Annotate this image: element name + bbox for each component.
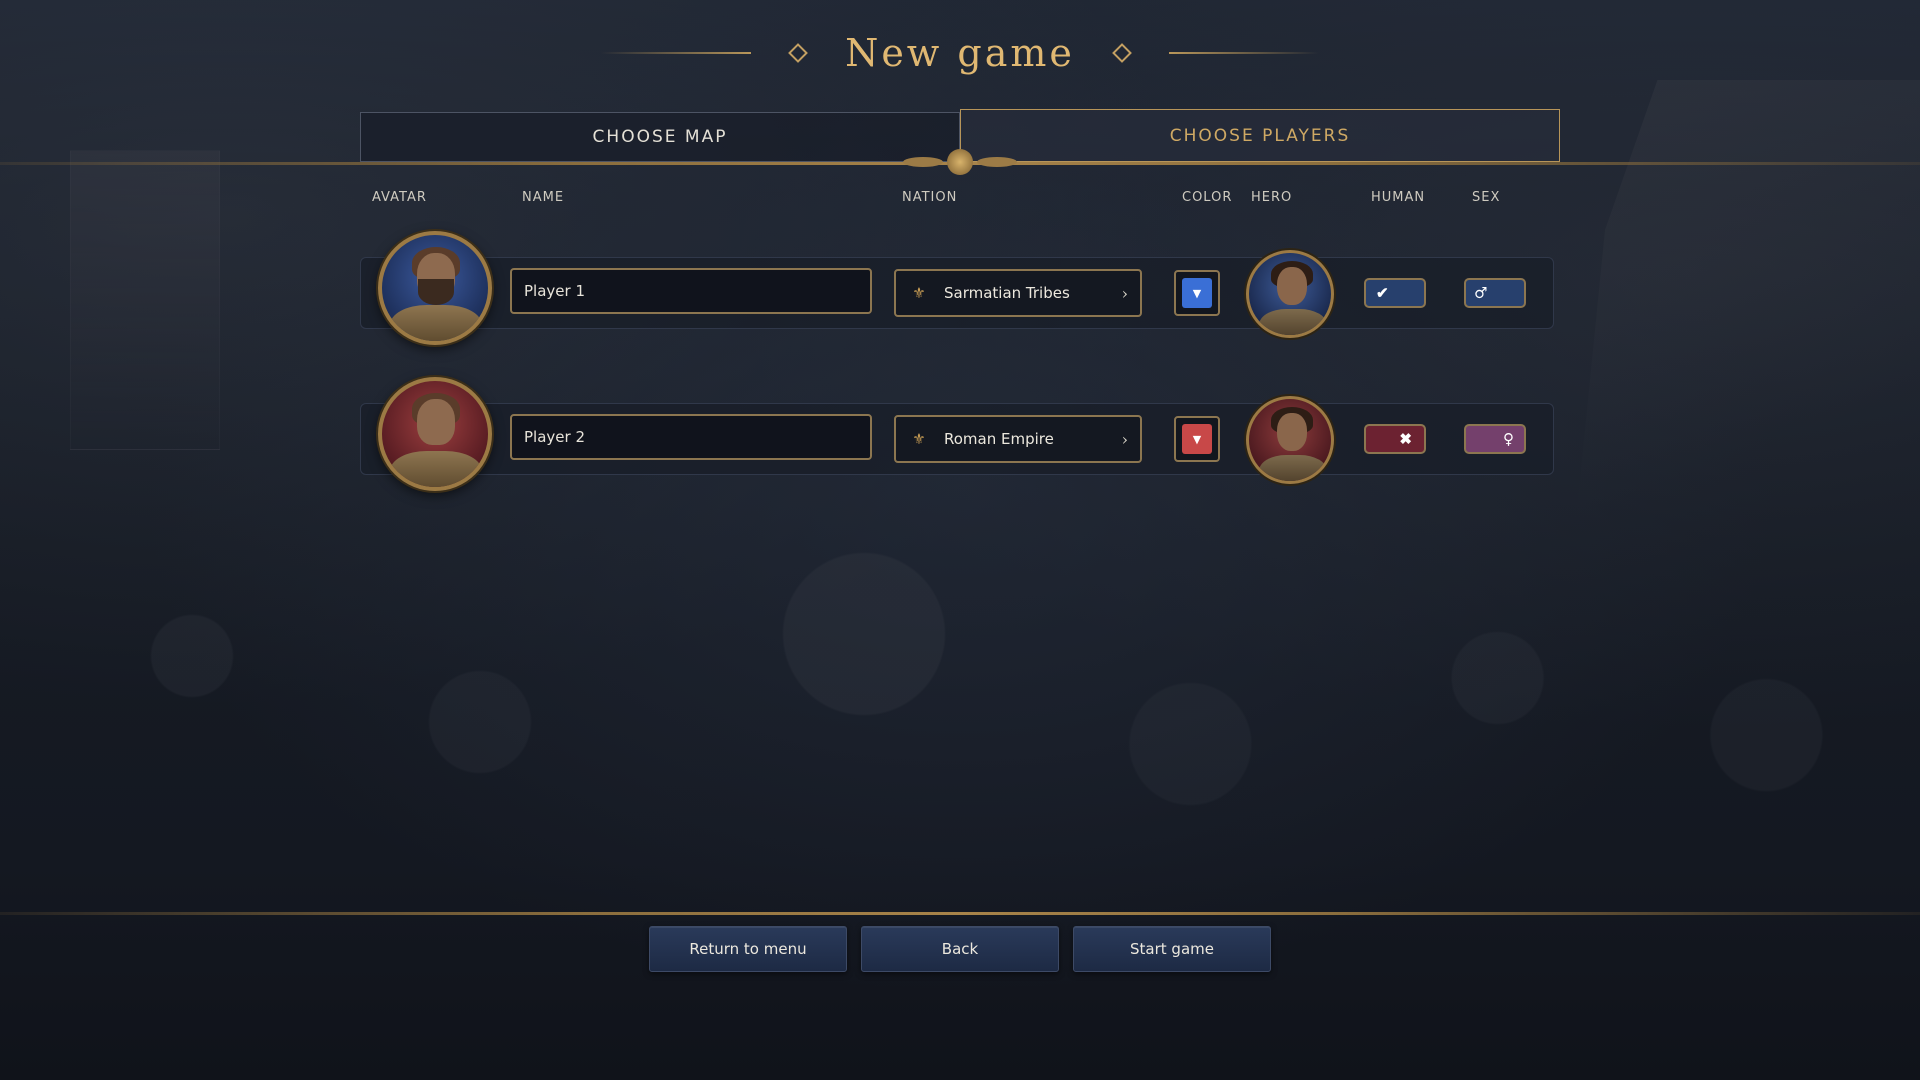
eagle-crest-icon (900, 147, 1020, 177)
player-avatar[interactable] (378, 231, 492, 345)
player-color-picker[interactable]: ▼ (1174, 270, 1220, 316)
human-toggle[interactable]: ✔ (1364, 278, 1426, 308)
back-button[interactable]: Back (861, 926, 1059, 972)
footer-actions: Return to menu Back Start game (649, 926, 1271, 972)
column-header-human: HUMAN (1371, 190, 1426, 205)
title-bar: New game (0, 28, 1920, 78)
title-ornament-right (1168, 52, 1319, 54)
sex-toggle[interactable]: ♂ (1464, 278, 1526, 308)
background-army (0, 480, 1920, 920)
chevron-right-icon: › (1121, 429, 1128, 449)
chevron-right-icon: › (1121, 283, 1128, 303)
chevron-down-icon: ▼ (1182, 424, 1212, 454)
griffin-icon: ⚜ (912, 284, 926, 302)
tab-choose-players[interactable]: CHOOSE PLAYERS (960, 109, 1560, 162)
player-name-input[interactable] (510, 414, 872, 460)
player-name-input[interactable] (510, 268, 872, 314)
player-color-picker[interactable]: ▼ (1174, 416, 1220, 462)
male-symbol-icon: ♂ (1474, 284, 1488, 302)
column-header-nation: NATION (902, 190, 958, 205)
return-to-menu-button[interactable]: Return to menu (649, 926, 847, 972)
column-header-color: COLOR (1182, 190, 1233, 205)
tab-choose-map[interactable]: CHOOSE MAP (360, 112, 960, 162)
chevron-down-icon: ▼ (1182, 278, 1212, 308)
checkmark-icon: ✔ (1376, 284, 1389, 302)
diamond-ornament-icon (1112, 43, 1132, 63)
page-title: New game (845, 31, 1075, 75)
start-game-button[interactable]: Start game (1073, 926, 1271, 972)
nation-label: Roman Empire (944, 430, 1054, 448)
nation-selector[interactable]: ⚜ Roman Empire › (894, 415, 1142, 463)
column-header-hero: HERO (1251, 190, 1293, 205)
nation-selector[interactable]: ⚜ Sarmatian Tribes › (894, 269, 1142, 317)
sex-toggle[interactable]: ♀ (1464, 424, 1526, 454)
human-toggle[interactable]: ✖ (1364, 424, 1426, 454)
player-avatar[interactable] (378, 377, 492, 491)
eagle-icon: ⚜ (912, 430, 926, 448)
title-ornament-left (601, 52, 752, 54)
background-cliff (1570, 80, 1920, 580)
diamond-ornament-icon (788, 43, 808, 63)
close-icon: ✖ (1399, 430, 1412, 448)
footer-divider (0, 912, 1920, 915)
column-header-name: NAME (522, 190, 565, 205)
column-header-sex: SEX (1472, 190, 1501, 205)
hero-portrait[interactable] (1246, 396, 1334, 484)
hero-portrait[interactable] (1246, 250, 1334, 338)
nation-label: Sarmatian Tribes (944, 284, 1070, 302)
female-symbol-icon: ♀ (1503, 430, 1514, 448)
background-banner (70, 150, 220, 450)
column-header-avatar: AVATAR (372, 190, 427, 205)
